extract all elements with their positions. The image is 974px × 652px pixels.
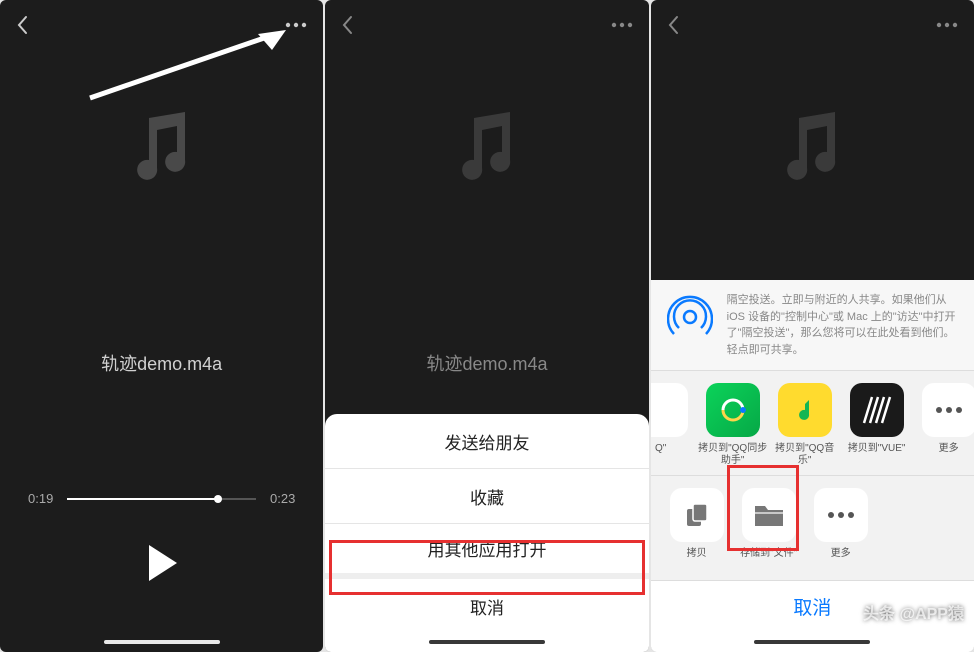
play-button[interactable]	[145, 543, 179, 588]
app-item-partial[interactable]: Q"	[651, 383, 697, 467]
file-name: 轨迹demo.m4a	[325, 350, 648, 376]
qq-music-icon	[778, 383, 832, 437]
app-qq-sync[interactable]: 拷贝到"QQ同步助手"	[697, 383, 769, 467]
home-indicator[interactable]	[429, 640, 545, 644]
annotation-arrow-icon	[80, 28, 290, 113]
screenshot-panel-3: 隔空投送。立即与附近的人共享。如果他们从 iOS 设备的"控制中心"或 Mac …	[651, 0, 974, 652]
elapsed-time: 0:19	[28, 491, 53, 506]
music-note-icon	[127, 108, 197, 193]
share-actions-row[interactable]: 拷贝 存储到"文件" 更多	[651, 475, 974, 580]
screenshot-panel-2: 轨迹demo.m4a 发送给朋友 收藏 用其他应用打开 取消	[325, 0, 648, 652]
app-vue[interactable]: 拷贝到"VUE"	[841, 383, 913, 467]
action-more[interactable]: 更多	[805, 488, 877, 572]
file-name: 轨迹demo.m4a	[0, 350, 323, 376]
total-time: 0:23	[270, 491, 295, 506]
menu-cancel[interactable]: 取消	[325, 579, 648, 634]
home-indicator[interactable]	[104, 640, 220, 644]
airdrop-description: 隔空投送。立即与附近的人共享。如果他们从 iOS 设备的"控制中心"或 Mac …	[727, 292, 960, 358]
qq-sync-icon	[706, 383, 760, 437]
topbar	[325, 0, 648, 50]
music-note-icon	[777, 108, 847, 193]
menu-favorite[interactable]: 收藏	[325, 469, 648, 524]
airdrop-icon	[665, 292, 715, 342]
home-indicator[interactable]	[754, 640, 870, 644]
folder-icon	[742, 488, 796, 542]
watermark-text: 头条 @APP猿	[863, 600, 964, 624]
share-sheet: 隔空投送。立即与附近的人共享。如果他们从 iOS 设备的"控制中心"或 Mac …	[651, 280, 974, 652]
app-more[interactable]: 更多	[913, 383, 974, 467]
back-icon[interactable]	[667, 15, 679, 35]
menu-send-to-friend[interactable]: 发送给朋友	[325, 414, 648, 469]
share-apps-row[interactable]: Q" 拷贝到"QQ同步助手" 拷贝到"QQ音乐"	[651, 370, 974, 475]
action-sheet: 发送给朋友 收藏 用其他应用打开 取消	[325, 414, 648, 652]
airdrop-section[interactable]: 隔空投送。立即与附近的人共享。如果他们从 iOS 设备的"控制中心"或 Mac …	[651, 280, 974, 370]
progress-fill	[67, 498, 218, 500]
vue-icon	[850, 383, 904, 437]
playback-progress[interactable]: 0:19 0:23	[28, 491, 295, 506]
action-save-to-files[interactable]: 存储到"文件"	[733, 488, 805, 572]
progress-knob[interactable]	[214, 495, 222, 503]
music-note-icon	[452, 108, 522, 193]
back-icon[interactable]	[16, 15, 28, 35]
action-copy[interactable]: 拷贝	[661, 488, 733, 572]
back-icon[interactable]	[341, 15, 353, 35]
more-actions-icon	[814, 488, 868, 542]
more-apps-icon	[922, 383, 974, 437]
copy-icon	[670, 488, 724, 542]
more-icon[interactable]	[611, 22, 633, 28]
screenshot-panel-1: 轨迹demo.m4a 0:19 0:23	[0, 0, 323, 652]
more-icon[interactable]	[936, 22, 958, 28]
topbar	[651, 0, 974, 50]
menu-open-with-other[interactable]: 用其他应用打开	[325, 524, 648, 579]
progress-track[interactable]	[67, 498, 256, 500]
app-qq-music[interactable]: 拷贝到"QQ音乐"	[769, 383, 841, 467]
